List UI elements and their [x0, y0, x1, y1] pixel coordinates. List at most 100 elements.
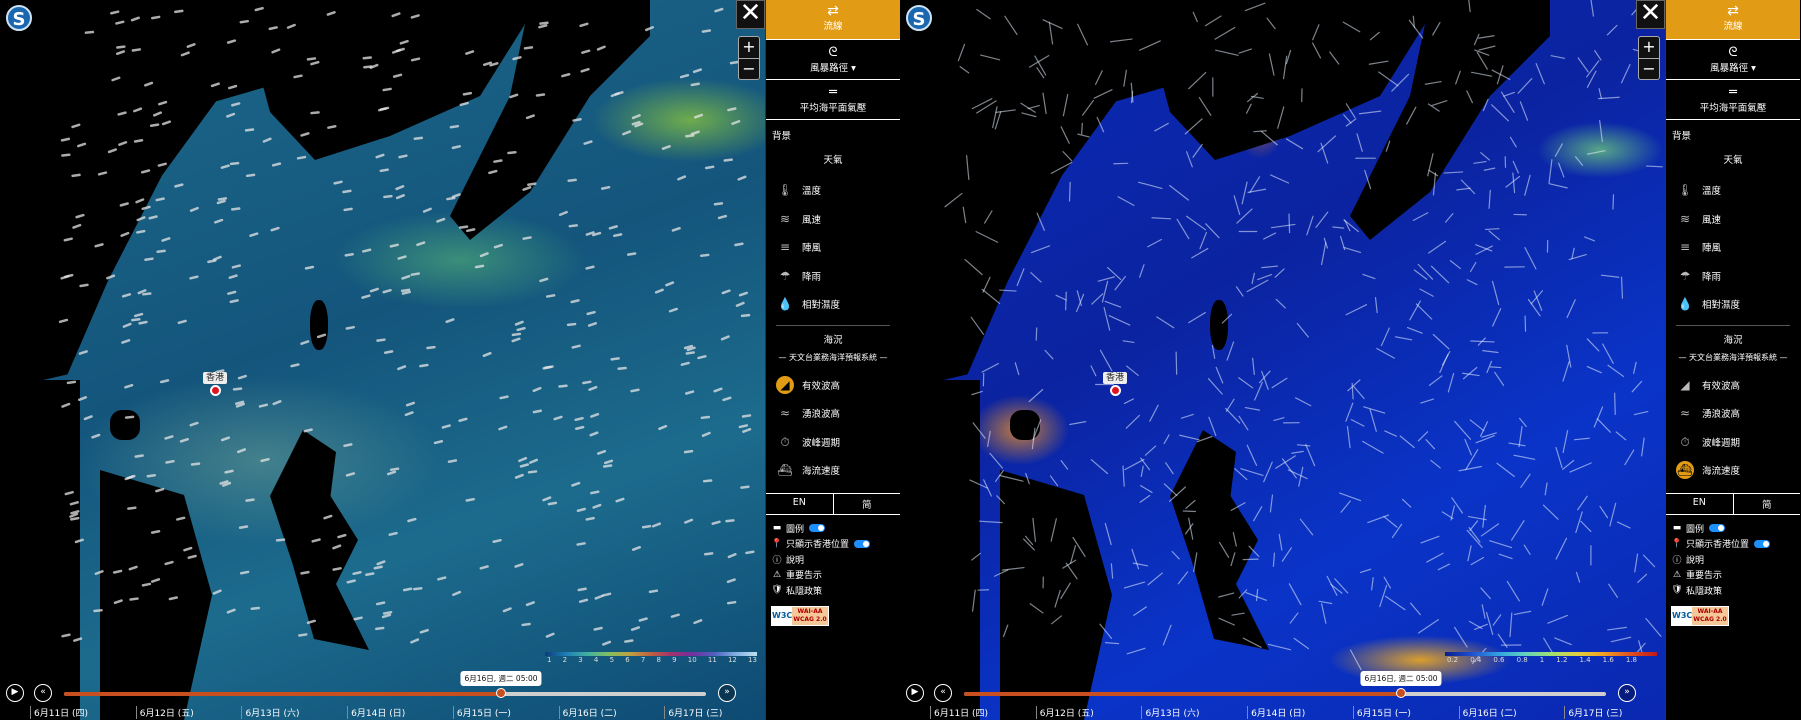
typhoon-track-dropdown[interactable]: ᘓ 風暴路徑 ▾: [766, 40, 900, 80]
lang-en-button[interactable]: EN: [766, 493, 834, 514]
wind-particle: [571, 344, 581, 349]
rewind-button[interactable]: «: [34, 684, 52, 702]
close-button[interactable]: ✕: [736, 0, 765, 29]
forward-button[interactable]: »: [718, 684, 736, 702]
option-legend[interactable]: ▬ 圖例: [1666, 521, 1800, 537]
wind-particle: [700, 253, 710, 258]
current-streak: [1599, 505, 1609, 519]
wind-particle: [641, 524, 652, 529]
wind-particle: [375, 153, 385, 159]
option-notice[interactable]: ⚠ 重要告示: [766, 567, 900, 583]
timeline-track[interactable]: 6月16日, 週二 05:00: [964, 671, 1606, 698]
wind-particle: [77, 396, 88, 402]
timeline-day[interactable]: 6月13日 (六): [1141, 706, 1247, 719]
mslp-button[interactable]: ═ 平均海平面氣壓: [766, 80, 900, 120]
timeline-day[interactable]: 6月11日 (四): [930, 706, 1036, 719]
timeline-day[interactable]: 6月12日 (五): [135, 706, 242, 719]
current-streak: [1044, 349, 1054, 360]
layer-sig-wave-height[interactable]: ◢ 有效波高: [1666, 371, 1800, 400]
wind-particle: [373, 565, 383, 570]
layer-wind-speed[interactable]: ≋ 風速: [766, 205, 900, 234]
timeline-day[interactable]: 6月16日 (二): [558, 706, 665, 719]
map-view[interactable]: S ✕ + − 香港 0.2 0.4 0.6 0.8 1 1.2 1.4 1.6 1.8 ▶ «…: [900, 0, 1665, 720]
timeline-day[interactable]: 6月15日 (一): [452, 706, 559, 719]
layer-current-speed[interactable]: ⛴ 海流速度: [766, 456, 900, 485]
timeline-day[interactable]: 6月14日 (日): [1247, 706, 1353, 719]
streamline-button[interactable]: ⇄ 流線: [766, 0, 900, 40]
timeline-day[interactable]: 6月16日 (二): [1458, 706, 1565, 719]
layer-sig-wave-height[interactable]: ◢ 有效波高: [766, 371, 900, 400]
current-streak: [1616, 521, 1631, 529]
legend-toggle[interactable]: [1709, 524, 1726, 533]
layer-current-speed[interactable]: ⛴ 海流速度: [1666, 456, 1800, 485]
zoom-out-button[interactable]: −: [1639, 59, 1659, 80]
hk-marker[interactable]: [1110, 385, 1121, 396]
zoom-in-button[interactable]: +: [1639, 37, 1659, 59]
map-view[interactable]: S ✕ + − 香港 1 2 3 4 5 6 7 8 9 10 11 12 13 ▶ « 6月16日, …: [0, 0, 765, 720]
timeline-day[interactable]: 6月11日 (四): [30, 706, 136, 719]
timeline-day[interactable]: 6月13日 (六): [241, 706, 347, 719]
w3c-wcag-badge[interactable]: W3C WAI-AA WCAG 2.0: [771, 606, 829, 626]
streamline-button[interactable]: ⇄ 流線: [1666, 0, 1800, 40]
timeline-day[interactable]: 6月17日 (三): [1564, 706, 1665, 719]
close-button[interactable]: ✕: [1636, 0, 1665, 29]
layer-rainfall[interactable]: ☂ 降雨: [1666, 262, 1800, 291]
hk-marker[interactable]: [210, 385, 221, 396]
forward-button[interactable]: »: [1618, 684, 1636, 702]
timeline-track[interactable]: 6月16日, 週二 05:00: [64, 671, 706, 698]
layer-label: 波峰週期: [1702, 437, 1741, 449]
lang-en-button[interactable]: EN: [1666, 493, 1734, 514]
rewind-button[interactable]: «: [934, 684, 952, 702]
legend-toggle[interactable]: [809, 524, 826, 533]
current-streak: [1385, 140, 1391, 152]
layer-swell-height[interactable]: ≈ 湧浪波高: [766, 399, 900, 428]
layer-gust[interactable]: ≡ 陣風: [766, 233, 900, 262]
hko-logo[interactable]: S: [906, 5, 932, 31]
option-notice[interactable]: ⚠ 重要告示: [1666, 567, 1800, 583]
timeline-day[interactable]: 6月12日 (五): [1035, 706, 1142, 719]
option-hk-only[interactable]: 📍 只顯示香港位置: [766, 536, 900, 552]
wind-particle: [658, 424, 668, 431]
layer-gust[interactable]: ≡ 陣風: [1666, 233, 1800, 262]
layer-humidity[interactable]: 💧 相對濕度: [766, 290, 900, 319]
mslp-button[interactable]: ═ 平均海平面氣壓: [1666, 80, 1800, 120]
option-privacy[interactable]: 🛡 私隱政策: [1666, 583, 1800, 599]
play-button[interactable]: ▶: [6, 684, 24, 702]
option-help[interactable]: ⓘ 說明: [766, 552, 900, 568]
layer-peak-period[interactable]: ⏱ 波峰週期: [766, 428, 900, 457]
layer-swell-height[interactable]: ≈ 湧浪波高: [1666, 399, 1800, 428]
typhoon-track-dropdown[interactable]: ᘓ 風暴路徑 ▾: [1666, 40, 1800, 80]
layer-temperature[interactable]: 🌡 溫度: [1666, 176, 1800, 205]
w3c-wcag-badge[interactable]: W3C WAI-AA WCAG 2.0: [1671, 606, 1729, 626]
timeline-day[interactable]: 6月15日 (一): [1352, 706, 1459, 719]
legend-tick: 1.8: [1625, 656, 1637, 664]
layer-temperature[interactable]: 🌡 溫度: [766, 176, 900, 205]
current-streak: [1235, 286, 1244, 297]
layer-humidity[interactable]: 💧 相對濕度: [1666, 290, 1800, 319]
lang-sc-button[interactable]: 简: [834, 494, 901, 514]
lang-sc-button[interactable]: 简: [1734, 494, 1801, 514]
current-streak: [1288, 583, 1302, 606]
play-button[interactable]: ▶: [906, 684, 924, 702]
ocean-heading: 海況: [823, 334, 843, 346]
zoom-in-button[interactable]: +: [739, 37, 759, 59]
hko-logo[interactable]: S: [6, 5, 32, 31]
option-legend[interactable]: ▬ 圖例: [766, 521, 900, 537]
option-help[interactable]: ⓘ 說明: [1666, 552, 1800, 568]
layer-peak-period[interactable]: ⏱ 波峰週期: [1666, 428, 1800, 457]
timeline-day[interactable]: 6月14日 (日): [347, 706, 453, 719]
current-streak: [1473, 160, 1487, 164]
wind-particle: [343, 207, 353, 212]
zoom-out-button[interactable]: −: [739, 59, 759, 80]
hk-only-toggle[interactable]: [1754, 539, 1771, 548]
option-privacy[interactable]: 🛡 私隱政策: [766, 583, 900, 599]
layer-rainfall[interactable]: ☂ 降雨: [766, 262, 900, 291]
timeline-handle[interactable]: [496, 688, 506, 698]
layer-wind-speed[interactable]: ≋ 風速: [1666, 205, 1800, 234]
current-streak: [1238, 377, 1254, 389]
option-hk-only[interactable]: 📍 只顯示香港位置: [1666, 536, 1800, 552]
hk-only-toggle[interactable]: [854, 539, 871, 548]
current-streak: [1547, 614, 1569, 624]
timeline-handle[interactable]: [1396, 688, 1406, 698]
timeline-day[interactable]: 6月17日 (三): [664, 706, 765, 719]
